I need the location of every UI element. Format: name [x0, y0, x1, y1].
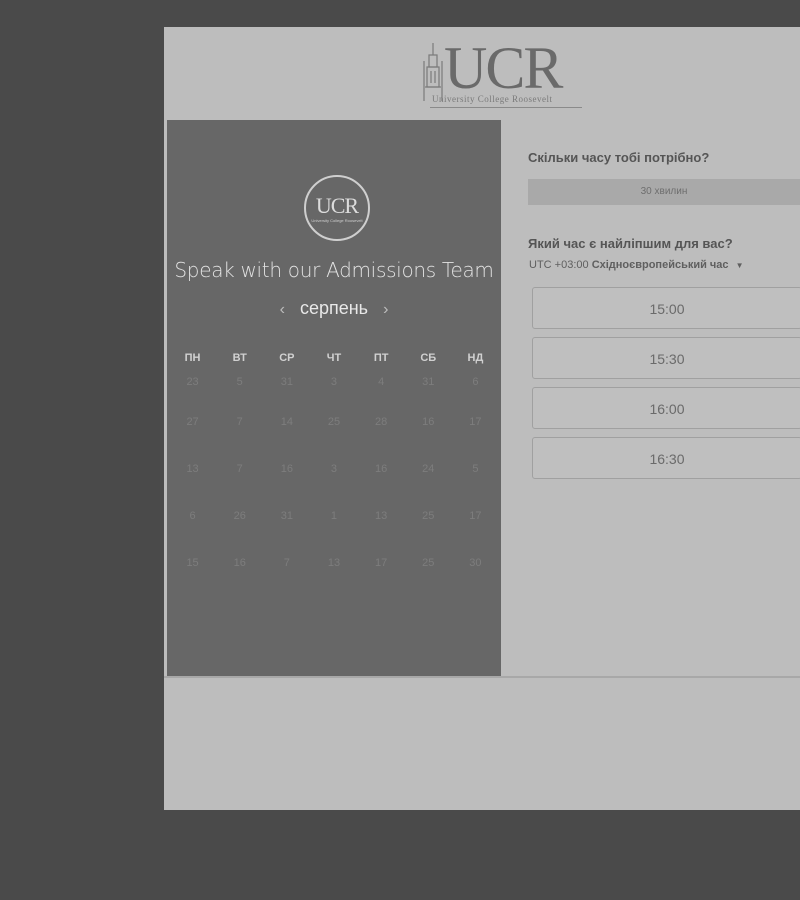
weekday-header-row: ПН ВТ СР ЧТ ПТ СБ НД: [169, 348, 499, 368]
weekday-label: ВТ: [232, 352, 247, 364]
calendar-day: 13: [375, 510, 388, 522]
time-question: Який час є найліпшим для вас?: [528, 236, 733, 251]
calendar-day: 7: [236, 463, 243, 475]
timezone-offset: UTC +03:00: [529, 259, 589, 271]
calendar-day: 26: [233, 510, 246, 522]
calendar-day: 1: [330, 510, 338, 522]
calendar-day: 14: [280, 416, 293, 428]
time-slot-button[interactable]: 16:00: [532, 387, 800, 429]
chevron-right-icon[interactable]: ›: [373, 301, 398, 318]
calendar-day: 6: [472, 376, 479, 388]
calendar-day: 3: [330, 463, 338, 475]
time-slot-button[interactable]: 16:30: [532, 437, 800, 479]
time-selection-panel: Скільки часу тобі потрібно? 30 хвилин Як…: [501, 120, 800, 676]
calendar-day: 7: [283, 557, 290, 569]
ucr-badge-logo: UCR University College Roosevelt: [304, 175, 370, 241]
chevron-left-icon[interactable]: ‹: [270, 301, 295, 318]
calendar-day: 31: [280, 376, 293, 388]
calendar-day: 23: [186, 376, 199, 388]
timezone-selector[interactable]: UTC +03:00 Східноєвропейський час ▼: [529, 259, 744, 271]
calendar-day: 3: [330, 376, 338, 388]
badge-subtitle: University College Roosevelt: [311, 218, 363, 223]
weekday-label: НД: [467, 352, 484, 364]
calendar-day: 5: [472, 463, 479, 475]
logo-wordmark: UCR: [444, 35, 563, 101]
calendar-day: 25: [422, 557, 435, 569]
weekday-label: СБ: [420, 352, 437, 364]
calendar-day: 31: [422, 376, 435, 388]
calendar-grid: ПН ВТ СР ЧТ ПТ СБ НД 23 5 31 3 4 31 6 27…: [169, 348, 499, 604]
calendar-day: 5: [236, 376, 243, 388]
calendar-day: 16: [233, 557, 246, 569]
calendar-day: 17: [469, 510, 482, 522]
header: UCR University College Roosevelt: [164, 27, 800, 120]
calendar-week-row: 6 26 31 1 13 25 17: [169, 510, 499, 557]
page-title: Speak with our Admissions Team: [174, 258, 494, 282]
calendar-week-row: 15 16 7 13 17 25 30: [169, 557, 499, 604]
weekday-label: ЧТ: [326, 352, 342, 364]
calendar-panel: UCR University College Roosevelt Speak w…: [167, 120, 501, 676]
calendar-day: 7: [236, 416, 243, 428]
calendar-day: 27: [186, 416, 199, 428]
calendar-day: 16: [375, 463, 388, 475]
ucr-logo: UCR University College Roosevelt: [422, 35, 582, 112]
calendar-week-row: 27 7 14 25 28 16 17: [169, 416, 499, 463]
duration-question: Скільки часу тобі потрібно?: [528, 150, 710, 165]
time-slot-button[interactable]: 15:30: [532, 337, 800, 379]
calendar-day: 17: [375, 557, 388, 569]
duration-option-button[interactable]: 30 хвилин: [528, 179, 800, 205]
calendar-day: 4: [378, 376, 385, 388]
calendar-day: 25: [422, 510, 435, 522]
calendar-day: 6: [189, 510, 196, 522]
month-label: серпень: [299, 298, 369, 318]
logo-underline: [430, 107, 582, 108]
calendar-day: 16: [280, 463, 293, 475]
calendar-day: 28: [375, 416, 388, 428]
logo-subtitle: University College Roosevelt: [432, 94, 553, 104]
calendar-day: 15: [186, 557, 199, 569]
calendar-day: 30: [469, 557, 482, 569]
weekday-label: ПН: [184, 352, 201, 364]
calendar-day: 31: [280, 510, 293, 522]
calendar-day: 13: [327, 557, 341, 569]
time-slot-button[interactable]: 15:00: [532, 287, 800, 329]
divider: [164, 676, 800, 678]
calendar-day: 24: [422, 463, 435, 475]
time-slot-list: 15:00 15:30 16:00 16:30: [532, 287, 800, 487]
calendar-day: 13: [186, 463, 199, 475]
badge-wordmark: UCR: [315, 193, 359, 218]
weekday-label: СР: [279, 352, 295, 364]
calendar-week-row: 13 7 16 3 16 24 5: [169, 463, 499, 510]
caret-down-icon: ▼: [735, 261, 744, 270]
weekday-label: ПТ: [373, 352, 389, 364]
calendar-day: 25: [327, 416, 341, 428]
month-navigation: ‹ серпень ›: [167, 298, 501, 319]
calendar-day: 16: [422, 416, 435, 428]
timezone-name: Східноєвропейський час: [591, 259, 729, 271]
calendar-week-row: 23 5 31 3 4 31 6: [169, 368, 499, 416]
calendar-day: 17: [469, 416, 482, 428]
booking-panel: UCR University College Roosevelt UCR Uni…: [164, 27, 800, 810]
